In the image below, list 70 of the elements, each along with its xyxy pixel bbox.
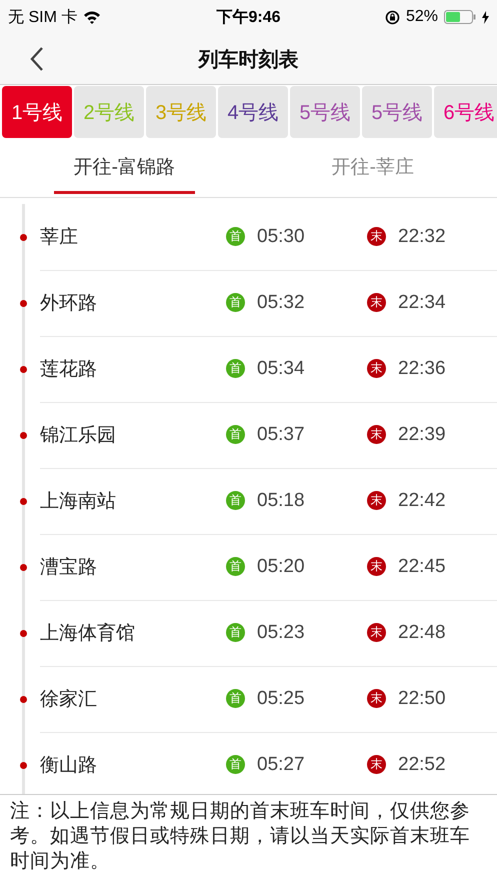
first-train-time: 05:37 (257, 424, 306, 446)
carrier-text: 无 SIM 卡 (8, 8, 78, 28)
last-train-badge: 末 (367, 755, 386, 774)
station-name: 漕宝路 (40, 556, 98, 580)
direction-tab[interactable]: 开往-莘庄 (312, 142, 434, 194)
line-tab[interactable]: 6号线 (434, 86, 497, 138)
first-train-badge: 首 (226, 359, 245, 378)
last-train-time: 22:48 (398, 622, 447, 644)
station-name: 锦江乐园 (40, 424, 117, 448)
first-train-badge: 首 (226, 491, 245, 510)
station-name: 徐家汇 (40, 688, 98, 712)
first-train-time: 05:23 (257, 622, 306, 644)
rotation-lock-icon (384, 10, 400, 24)
line-tab[interactable]: 4号线 (218, 86, 288, 138)
wifi-icon (83, 10, 102, 24)
first-train-time: 05:30 (257, 226, 306, 248)
first-train-badge: 首 (226, 557, 245, 576)
line-tab[interactable]: 1号线 (2, 86, 72, 138)
station-name: 莘庄 (40, 226, 79, 250)
last-train-time: 22:45 (398, 556, 447, 578)
clock-text: 下午9:46 (216, 8, 281, 28)
first-train-badge: 首 (226, 689, 245, 708)
station-dot (20, 630, 27, 637)
first-train-time: 05:25 (257, 688, 306, 710)
station-dot (20, 696, 27, 703)
battery-icon (444, 10, 476, 24)
last-train-time: 22:42 (398, 490, 447, 512)
last-train-badge: 末 (367, 623, 386, 642)
first-train-badge: 首 (226, 755, 245, 774)
last-train-badge: 末 (367, 689, 386, 708)
first-train-badge: 首 (226, 293, 245, 312)
station-dot (20, 498, 27, 505)
station-name: 上海体育馆 (40, 622, 136, 646)
first-train-time: 05:32 (257, 292, 306, 314)
last-train-badge: 末 (367, 425, 386, 444)
station-dot (20, 300, 27, 307)
charging-icon (482, 10, 489, 24)
last-train-badge: 末 (367, 227, 386, 246)
last-train-badge: 末 (367, 293, 386, 312)
station-dot (20, 234, 27, 241)
last-train-badge: 末 (367, 491, 386, 510)
first-train-badge: 首 (226, 227, 245, 246)
last-train-time: 22:32 (398, 226, 447, 248)
last-train-time: 22:39 (398, 424, 447, 446)
last-train-time: 22:50 (398, 688, 447, 710)
station-name: 外环路 (40, 292, 98, 316)
line-tab[interactable]: 5号线 (290, 86, 360, 138)
page-title: 列车时刻表 (198, 48, 298, 72)
station-dot (20, 564, 27, 571)
first-train-time: 05:20 (257, 556, 306, 578)
station-dot (20, 432, 27, 439)
station-name: 莲花路 (40, 358, 98, 382)
station-dot (20, 366, 27, 373)
last-train-badge: 末 (367, 557, 386, 576)
last-train-time: 22:36 (398, 358, 447, 380)
last-train-time: 22:52 (398, 754, 447, 776)
first-train-badge: 首 (226, 425, 245, 444)
last-train-time: 22:34 (398, 292, 447, 314)
note-text: 注：以上信息为常规日期的首末班车时间，仅供您参考。如遇节假日或特殊日期，请以当天实际首末班车时间为准。 (0, 794, 497, 883)
first-train-time: 05:27 (257, 754, 306, 776)
station-dot (20, 762, 27, 769)
first-train-time: 05:18 (257, 490, 306, 512)
station-name: 衡山路 (40, 754, 98, 778)
battery-percent: 52% (406, 8, 438, 26)
station-name: 上海南站 (40, 490, 117, 514)
first-train-badge: 首 (226, 623, 245, 642)
direction-tab[interactable]: 开往-富锦路 (54, 142, 195, 194)
last-train-badge: 末 (367, 359, 386, 378)
first-train-time: 05:34 (257, 358, 306, 380)
line-tab[interactable]: 5号线 (362, 86, 432, 138)
